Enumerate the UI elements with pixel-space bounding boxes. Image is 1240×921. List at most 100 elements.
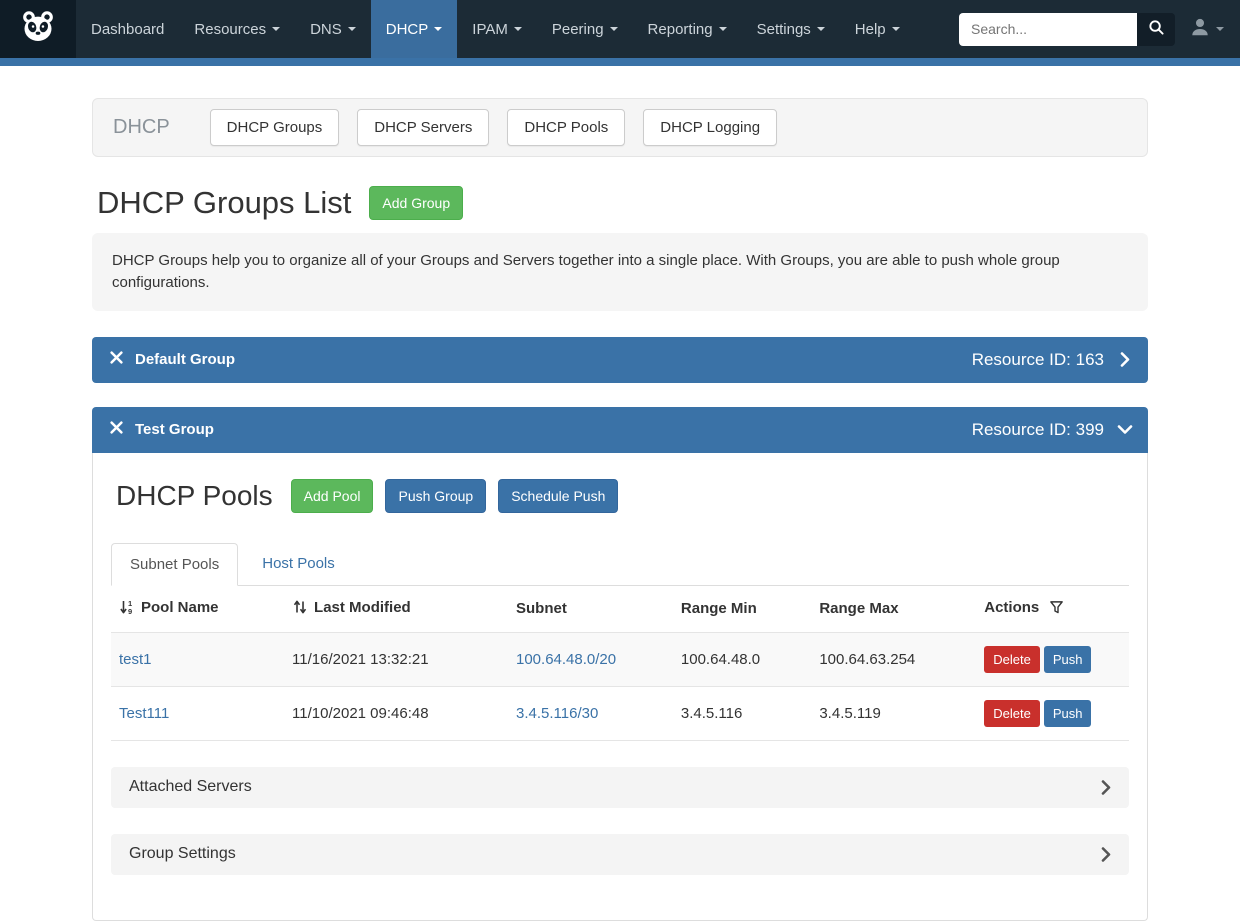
add-pool-button[interactable]: Add Pool	[291, 479, 374, 513]
caret-down-icon	[514, 27, 522, 31]
section-label: Group Settings	[129, 845, 236, 863]
page-title: DHCP Groups List	[97, 185, 351, 221]
group-header-test[interactable]: Test Group Resource ID: 399	[92, 407, 1148, 453]
pool-tabs: Subnet Pools Host Pools	[111, 543, 1129, 586]
caret-down-icon	[817, 27, 825, 31]
last-modified-cell: 11/10/2021 09:46:48	[284, 686, 508, 740]
section-label: Attached Servers	[129, 778, 252, 796]
group-panel-body: DHCP Pools Add Pool Push Group Schedule …	[92, 453, 1148, 921]
search-icon	[1148, 19, 1165, 39]
caret-down-icon	[434, 27, 442, 31]
column-header-last-modified[interactable]: Last Modified	[284, 586, 508, 633]
group-name: Test Group	[135, 421, 214, 438]
nav-item-reporting[interactable]: Reporting	[633, 0, 742, 58]
page-title-row: DHCP Groups List Add Group	[97, 185, 1148, 221]
column-header-label: Last Modified	[314, 599, 411, 616]
nav-item-peering[interactable]: Peering	[537, 0, 633, 58]
table-header-row: 1 9 Pool Name	[111, 586, 1129, 633]
column-header-label: Subnet	[516, 600, 567, 617]
delete-pool-button[interactable]: Delete	[984, 646, 1040, 673]
chevron-right-icon	[1101, 780, 1111, 795]
pool-name-link[interactable]: test1	[119, 651, 152, 668]
dhcp-groups-button[interactable]: DHCP Groups	[210, 109, 340, 146]
subnet-link[interactable]: 100.64.48.0/20	[516, 651, 616, 668]
user-icon	[1189, 16, 1211, 43]
nav-item-settings[interactable]: Settings	[742, 0, 840, 58]
group-settings-bar[interactable]: Group Settings	[111, 834, 1129, 875]
dhcp-logging-button[interactable]: DHCP Logging	[643, 109, 777, 146]
subnet-link[interactable]: 3.4.5.116/30	[516, 705, 598, 722]
breadcrumb: DHCP DHCP Groups DHCP Servers DHCP Pools…	[92, 98, 1148, 157]
column-header-actions[interactable]: Actions	[976, 586, 1129, 633]
main-menu: Dashboard Resources DNS DHCP IPAM Peerin…	[76, 0, 915, 58]
nav-item-resources[interactable]: Resources	[179, 0, 295, 58]
group-panel-test: Test Group Resource ID: 399 DHCP Pools A…	[92, 407, 1148, 921]
push-group-button[interactable]: Push Group	[385, 479, 486, 513]
push-pool-button[interactable]: Push	[1044, 646, 1092, 673]
chevron-right-icon	[1120, 352, 1130, 367]
panda-logo-icon	[20, 9, 56, 50]
range-max-cell: 100.64.63.254	[811, 632, 976, 686]
group-header-default[interactable]: Default Group Resource ID: 163	[92, 337, 1148, 383]
pools-title-row: DHCP Pools Add Pool Push Group Schedule …	[111, 479, 1129, 513]
caret-down-icon	[719, 27, 727, 31]
nav-item-dns[interactable]: DNS	[295, 0, 371, 58]
top-navbar: Dashboard Resources DNS DHCP IPAM Peerin…	[0, 0, 1240, 58]
tab-subnet-pools[interactable]: Subnet Pools	[111, 543, 238, 586]
breadcrumb-title: DHCP	[113, 116, 170, 139]
tab-host-pools[interactable]: Host Pools	[244, 543, 353, 585]
range-min-cell: 100.64.48.0	[673, 632, 811, 686]
caret-down-icon	[1216, 27, 1224, 31]
navbar-right	[959, 0, 1240, 58]
sort-icon	[292, 599, 308, 619]
range-max-cell: 3.4.5.119	[811, 686, 976, 740]
filter-icon[interactable]	[1049, 600, 1064, 619]
search-button[interactable]	[1137, 13, 1175, 46]
caret-down-icon	[892, 27, 900, 31]
table-row: Test111 11/10/2021 09:46:48 3.4.5.116/30…	[111, 686, 1129, 740]
nav-item-label: DHCP	[386, 21, 429, 38]
chevron-right-icon	[1101, 847, 1111, 862]
column-header-label: Range Min	[681, 600, 757, 617]
caret-down-icon	[348, 27, 356, 31]
nav-item-label: Reporting	[648, 21, 713, 38]
remove-group-icon[interactable]	[110, 351, 123, 369]
caret-down-icon	[272, 27, 280, 31]
column-header-label: Actions	[984, 599, 1039, 616]
column-header-subnet: Subnet	[508, 586, 673, 633]
delete-pool-button[interactable]: Delete	[984, 700, 1040, 727]
sort-numeric-down-icon: 1 9	[119, 599, 135, 619]
svg-text:9: 9	[128, 607, 132, 615]
pool-name-link[interactable]: Test111	[119, 705, 169, 722]
range-min-cell: 3.4.5.116	[673, 686, 811, 740]
column-header-range-min: Range Min	[673, 586, 811, 633]
attached-servers-bar[interactable]: Attached Servers	[111, 767, 1129, 808]
table-row: test1 11/16/2021 13:32:21 100.64.48.0/20…	[111, 632, 1129, 686]
dhcp-pools-button[interactable]: DHCP Pools	[507, 109, 625, 146]
nav-item-label: Resources	[194, 21, 266, 38]
dhcp-servers-button[interactable]: DHCP Servers	[357, 109, 489, 146]
chevron-down-icon	[1120, 422, 1130, 437]
search-input[interactable]	[959, 13, 1137, 46]
caret-down-icon	[610, 27, 618, 31]
remove-group-icon[interactable]	[110, 421, 123, 439]
nav-item-dhcp[interactable]: DHCP	[371, 0, 458, 58]
nav-item-label: IPAM	[472, 21, 508, 38]
nav-item-dashboard[interactable]: Dashboard	[76, 0, 179, 58]
page-description: DHCP Groups help you to organize all of …	[92, 233, 1148, 311]
nav-item-ipam[interactable]: IPAM	[457, 0, 537, 58]
column-header-label: Pool Name	[141, 599, 219, 616]
nav-item-label: DNS	[310, 21, 342, 38]
schedule-push-button[interactable]: Schedule Push	[498, 479, 618, 513]
app-logo[interactable]	[0, 0, 76, 58]
search-group	[959, 13, 1175, 46]
nav-item-help[interactable]: Help	[840, 0, 915, 58]
nav-item-label: Settings	[757, 21, 811, 38]
user-menu[interactable]	[1189, 16, 1224, 43]
push-pool-button[interactable]: Push	[1044, 700, 1092, 727]
pools-table: 1 9 Pool Name	[111, 586, 1129, 741]
last-modified-cell: 11/16/2021 13:32:21	[284, 632, 508, 686]
main-content: DHCP DHCP Groups DHCP Servers DHCP Pools…	[0, 66, 1240, 921]
add-group-button[interactable]: Add Group	[369, 186, 463, 220]
column-header-pool-name[interactable]: 1 9 Pool Name	[111, 586, 284, 633]
